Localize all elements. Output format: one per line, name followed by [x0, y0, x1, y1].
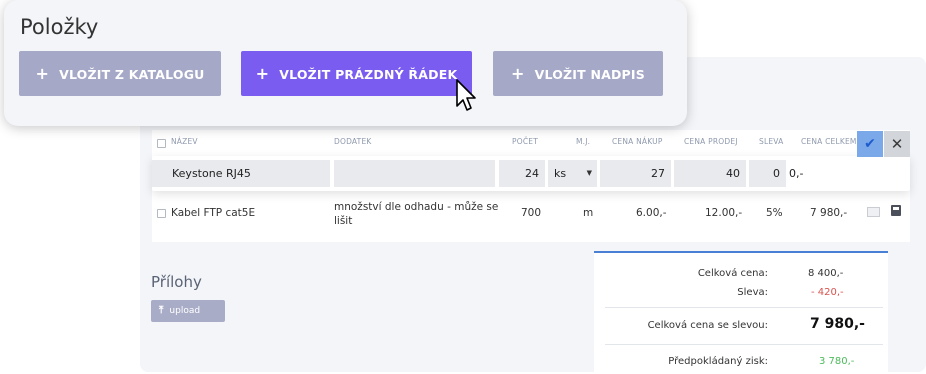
- name-input[interactable]: Keystone RJ45: [152, 160, 330, 187]
- discount-value: - 420,-: [811, 287, 844, 298]
- check-icon: ✔: [864, 136, 876, 152]
- edit-row-total: 0,-: [789, 167, 804, 180]
- edit-icon[interactable]: [867, 207, 880, 217]
- chevron-down-icon: ▼: [586, 169, 592, 177]
- row-sell-price: 12.00,-: [705, 207, 743, 219]
- upload-icon: ⤒: [159, 305, 164, 316]
- row-count: 700: [521, 207, 542, 219]
- buy-price-input[interactable]: 27: [600, 160, 671, 187]
- count-input[interactable]: 24: [499, 160, 545, 187]
- column-header-buy-price[interactable]: CENA NÁKUP: [612, 137, 663, 146]
- insert-from-catalog-button[interactable]: + VLOŽIT Z KATALOGU: [19, 51, 221, 96]
- column-header-addition[interactable]: DODATEK: [334, 137, 372, 146]
- column-header-count[interactable]: POČET: [512, 137, 538, 146]
- addition-input[interactable]: [334, 160, 495, 187]
- cancel-button[interactable]: ✕: [884, 131, 910, 157]
- column-header-sell-price[interactable]: CENA PRODEJ: [684, 137, 738, 146]
- discounted-total-label: Celková cena se slevou:: [647, 320, 768, 331]
- close-icon: ✕: [890, 135, 904, 153]
- row-unit: m: [583, 207, 594, 219]
- plus-icon: +: [35, 64, 50, 83]
- insert-from-catalog-label: VLOŽIT Z KATALOGU: [59, 67, 205, 82]
- row-addition-line1: množství dle odhadu - může se: [334, 201, 499, 213]
- sell-price-input[interactable]: 40: [674, 160, 746, 187]
- row-total: 7 980,-: [810, 207, 848, 219]
- select-all-checkbox[interactable]: [157, 139, 166, 148]
- upload-label: upload: [169, 306, 201, 316]
- row-addition-line2: lišit: [334, 215, 353, 227]
- row-discount: 5%: [766, 207, 783, 219]
- insert-empty-row-label: VLOŽIT PRÁZDNÝ ŘÁDEK: [279, 67, 458, 82]
- row-addition: množství dle odhadu - může se lišit: [334, 200, 498, 228]
- row-checkbox[interactable]: [157, 209, 166, 218]
- row-buy-price: 6.00,-: [636, 207, 667, 219]
- plus-icon: +: [511, 64, 525, 83]
- upload-button[interactable]: ⤒ upload: [151, 300, 225, 322]
- unit-select-value: ks: [554, 167, 567, 180]
- attachments-title: Přílohy: [151, 273, 202, 291]
- discount-input[interactable]: 0: [749, 160, 786, 187]
- profit-value: 3 780,-: [819, 356, 855, 367]
- total-price-value: 8 400,-: [808, 268, 844, 279]
- insert-heading-label: VLOŽIT NADPIS: [534, 67, 645, 82]
- row-name: Kabel FTP cat5E: [171, 207, 256, 219]
- divider: [605, 344, 883, 345]
- confirm-button[interactable]: ✔: [857, 131, 883, 157]
- unit-select[interactable]: ks ▼: [548, 160, 597, 187]
- column-header-unit[interactable]: M.J.: [576, 137, 590, 146]
- delete-icon[interactable]: [891, 205, 901, 216]
- discounted-total-value: 7 980,-: [810, 316, 865, 332]
- insert-empty-row-button[interactable]: + VLOŽIT PRÁZDNÝ ŘÁDEK: [241, 51, 472, 96]
- total-price-label: Celková cena:: [697, 268, 768, 279]
- profit-label: Předpokládaný zisk:: [668, 356, 768, 367]
- mouse-cursor-icon: [456, 79, 476, 111]
- insert-heading-button[interactable]: + VLOŽIT NADPIS: [493, 51, 663, 96]
- column-header-discount[interactable]: SLEVA: [759, 137, 783, 146]
- column-header-name[interactable]: NÁZEV: [171, 137, 198, 146]
- divider: [605, 307, 883, 308]
- popup-title: Položky: [20, 15, 99, 39]
- discount-label: Sleva:: [737, 287, 768, 298]
- column-header-total[interactable]: CENA CELKEM: [801, 137, 857, 146]
- plus-icon: +: [255, 64, 270, 83]
